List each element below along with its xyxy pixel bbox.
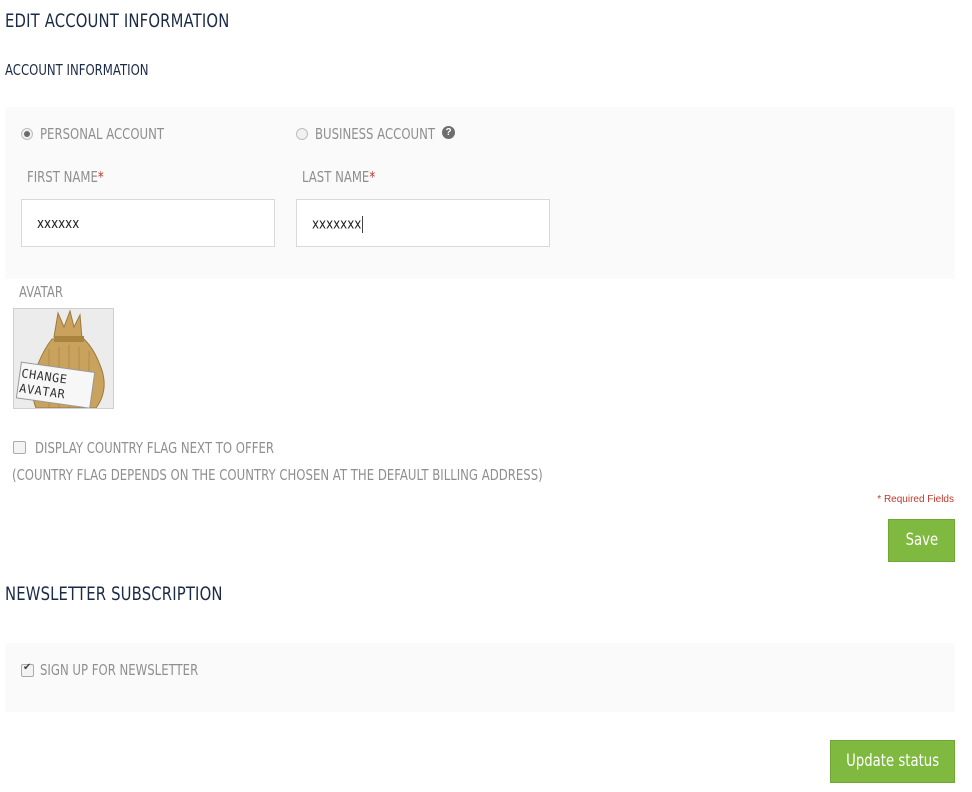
required-mark: *	[97, 168, 104, 186]
required-fields-note: * Required Fields	[877, 494, 954, 505]
save-button-label: Save	[905, 530, 938, 550]
newsletter-label[interactable]: SIGN UP FOR NEWSLETTER	[40, 661, 198, 679]
first-name-input[interactable]: xxxxxx	[21, 199, 275, 247]
save-button[interactable]: Save	[888, 519, 955, 562]
last-name-value-text: xxxxxxx	[312, 216, 362, 233]
personal-account-label[interactable]: PERSONAL ACCOUNT	[40, 125, 164, 143]
business-account-label[interactable]: BUSINESS ACCOUNT	[315, 125, 435, 143]
avatar-label: AVATAR	[19, 283, 63, 301]
last-name-label-text: LAST NAME	[302, 168, 370, 186]
country-flag-note: (COUNTRY FLAG DEPENDS ON THE COUNTRY CHO…	[12, 466, 543, 484]
country-flag-checkbox[interactable]	[13, 441, 26, 454]
newsletter-checkbox[interactable]	[21, 662, 34, 677]
last-name-label: LAST NAME*	[302, 168, 375, 186]
question-help-icon[interactable]: ?	[442, 126, 455, 139]
change-avatar-image[interactable]: CHANGE AVATAR	[13, 308, 114, 409]
personal-account-radio[interactable]	[21, 128, 33, 140]
account-info-heading: ACCOUNT INFORMATION	[5, 61, 149, 79]
last-name-input[interactable]: xxxxxxx	[296, 199, 550, 247]
first-name-label-text: FIRST NAME	[27, 168, 98, 186]
last-name-value: xxxxxxx	[312, 216, 363, 233]
newsletter-heading: NEWSLETTER SUBSCRIPTION	[5, 583, 223, 605]
country-flag-label[interactable]: DISPLAY COUNTRY FLAG NEXT TO OFFER	[35, 439, 274, 457]
update-status-button-label: Update status	[846, 751, 939, 771]
update-status-button[interactable]: Update status	[830, 740, 955, 783]
business-account-radio[interactable]	[296, 128, 308, 140]
first-name-label: FIRST NAME*	[27, 168, 104, 186]
first-name-value: xxxxxx	[37, 216, 80, 232]
text-caret	[362, 216, 363, 233]
required-mark: *	[369, 168, 376, 186]
page-title: EDIT ACCOUNT INFORMATION	[5, 10, 230, 32]
